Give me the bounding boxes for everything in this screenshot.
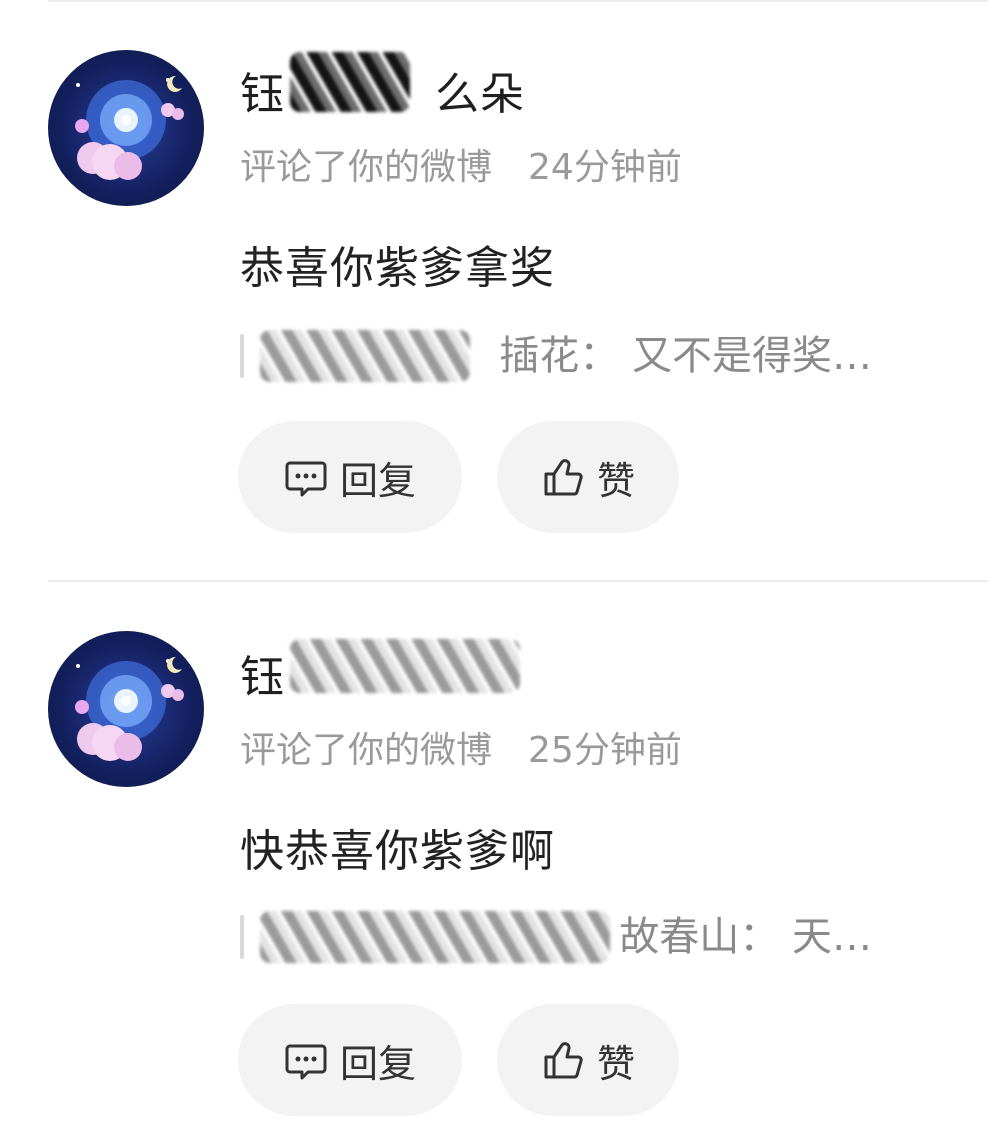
galaxy-cloud-avatar-icon — [75, 75, 184, 180]
quote-text: 插花： 又不是得奖… — [499, 333, 872, 379]
username[interactable]: 钰 — [240, 641, 285, 705]
redaction-mark — [260, 911, 610, 963]
quote-bar — [240, 915, 244, 959]
redaction-mark — [290, 52, 410, 112]
like-button[interactable]: 赞 — [497, 1004, 679, 1116]
quote-text: 故春山： 天… — [619, 914, 872, 960]
thumbs-up-icon — [544, 1042, 583, 1079]
like-button[interactable]: 赞 — [497, 421, 679, 533]
reply-button[interactable]: 回复 — [238, 421, 462, 533]
quoted-original[interactable]: 故春山： 天… — [240, 909, 920, 965]
item-divider — [48, 580, 988, 582]
quote-bar — [240, 334, 244, 378]
reply-label: 回复 — [339, 1041, 416, 1086]
action-text: 评论了你的微博 — [240, 730, 493, 771]
galaxy-cloud-avatar-icon — [75, 656, 184, 761]
redaction-mark — [260, 330, 470, 382]
action-text: 评论了你的微博 — [240, 147, 493, 188]
timestamp: 25分钟前 — [528, 730, 682, 771]
notification-item[interactable]: 钰 评论了你的微博 25分钟前 快恭喜你紫爹啊 故春山： 天… 回复 赞 — [0, 583, 988, 1143]
avatar[interactable] — [48, 631, 204, 787]
redaction-mark — [290, 639, 520, 693]
reply-label: 回复 — [339, 458, 416, 503]
like-label: 赞 — [596, 458, 635, 503]
thumbs-up-icon — [544, 459, 583, 496]
comment-bubble-icon — [285, 461, 327, 497]
notification-item[interactable]: 钰么朵 评论了你的微博 24分钟前 恭喜你紫爹拿奖 插花： 又不是得奖… 回复 赞 — [0, 0, 988, 560]
like-label: 赞 — [596, 1041, 635, 1086]
quoted-original[interactable]: 插花： 又不是得奖… — [240, 328, 920, 384]
notification-meta: 评论了你的微博 24分钟前 — [240, 138, 682, 190]
comment-text: 恭喜你紫爹拿奖 — [240, 243, 555, 294]
reply-button[interactable]: 回复 — [238, 1004, 462, 1116]
comment-text: 快恭喜你紫爹啊 — [240, 826, 555, 877]
notification-meta: 评论了你的微博 25分钟前 — [240, 721, 682, 773]
comment-bubble-icon — [285, 1044, 327, 1080]
avatar[interactable] — [48, 50, 204, 206]
timestamp: 24分钟前 — [528, 147, 682, 188]
